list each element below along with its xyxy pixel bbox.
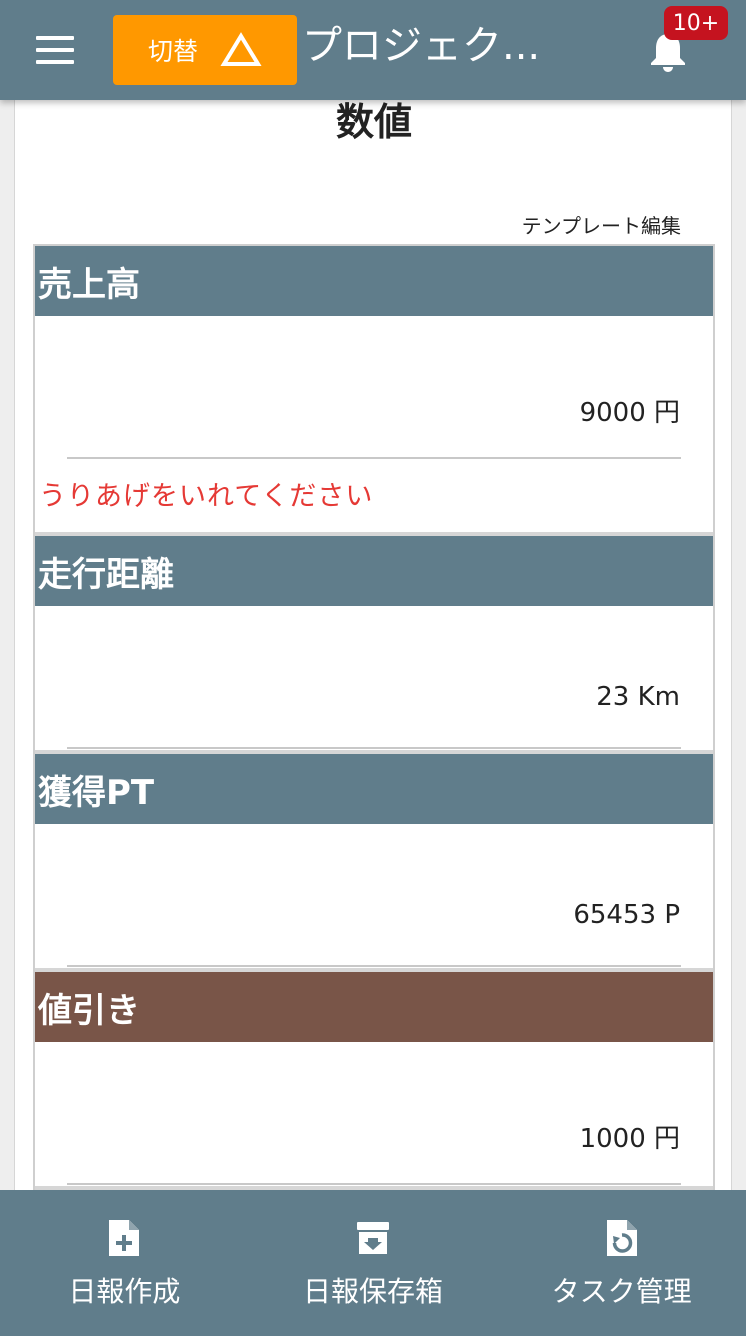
field-header: 売上高 [35, 246, 713, 316]
field-header: 走行距離 [35, 536, 713, 606]
content-card: 数値 テンプレート編集 売上高 9000 円 うりあげをいれてください 走行距離… [14, 100, 732, 1200]
file-add-icon [109, 1220, 140, 1256]
page-title: 数値 [335, 100, 412, 144]
field-value[interactable]: 9000 円 [580, 392, 680, 429]
nav-label: 日報保存箱 [303, 1275, 444, 1308]
switch-button[interactable]: 切替 [113, 15, 297, 85]
field-value[interactable]: 1000 円 [580, 1118, 680, 1155]
template-edit-link[interactable]: テンプレート編集 [522, 210, 681, 239]
app-bar: 切替 プロジェク... 10+ [0, 0, 746, 100]
field-distance: 走行距離 23 Km [35, 536, 713, 754]
field-value[interactable]: 65453 P [573, 900, 680, 930]
field-input-area[interactable]: 65453 P [35, 824, 713, 968]
switch-button-label: 切替 [147, 37, 198, 66]
field-input-area[interactable]: 23 Km [35, 606, 713, 750]
input-underline [67, 965, 681, 967]
bottom-navigation: 日報作成 日報保存箱 タスク管理 [0, 1190, 746, 1336]
file-refresh-icon [606, 1220, 637, 1256]
archive-box-icon [357, 1222, 389, 1254]
field-list: 売上高 9000 円 うりあげをいれてください 走行距離 23 Km 獲得PT … [33, 244, 715, 1192]
input-underline [67, 1183, 681, 1185]
field-value[interactable]: 23 Km [596, 682, 680, 712]
app-title: プロジェク... [302, 23, 541, 69]
hamburger-menu-icon[interactable] [36, 36, 74, 64]
field-header: 値引き [35, 972, 713, 1042]
field-input-area[interactable]: 9000 円 [35, 316, 713, 460]
triangle-warning-icon [220, 32, 262, 66]
notification-badge: 10+ [664, 6, 728, 40]
field-discount: 値引き 1000 円 [35, 972, 713, 1190]
field-header: 獲得PT [35, 754, 713, 824]
nav-report-archive[interactable]: 日報保存箱 [249, 1190, 498, 1336]
nav-label: タスク管理 [551, 1275, 692, 1308]
input-underline [67, 457, 681, 459]
nav-create-report[interactable]: 日報作成 [0, 1190, 249, 1336]
field-input-area[interactable]: 1000 円 [35, 1042, 713, 1186]
nav-label: 日報作成 [68, 1275, 181, 1308]
nav-task-management[interactable]: タスク管理 [497, 1190, 746, 1336]
field-error-message: うりあげをいれてください [39, 481, 374, 512]
field-sales: 売上高 9000 円 うりあげをいれてください [35, 246, 713, 536]
input-underline [67, 747, 681, 749]
field-points: 獲得PT 65453 P [35, 754, 713, 972]
